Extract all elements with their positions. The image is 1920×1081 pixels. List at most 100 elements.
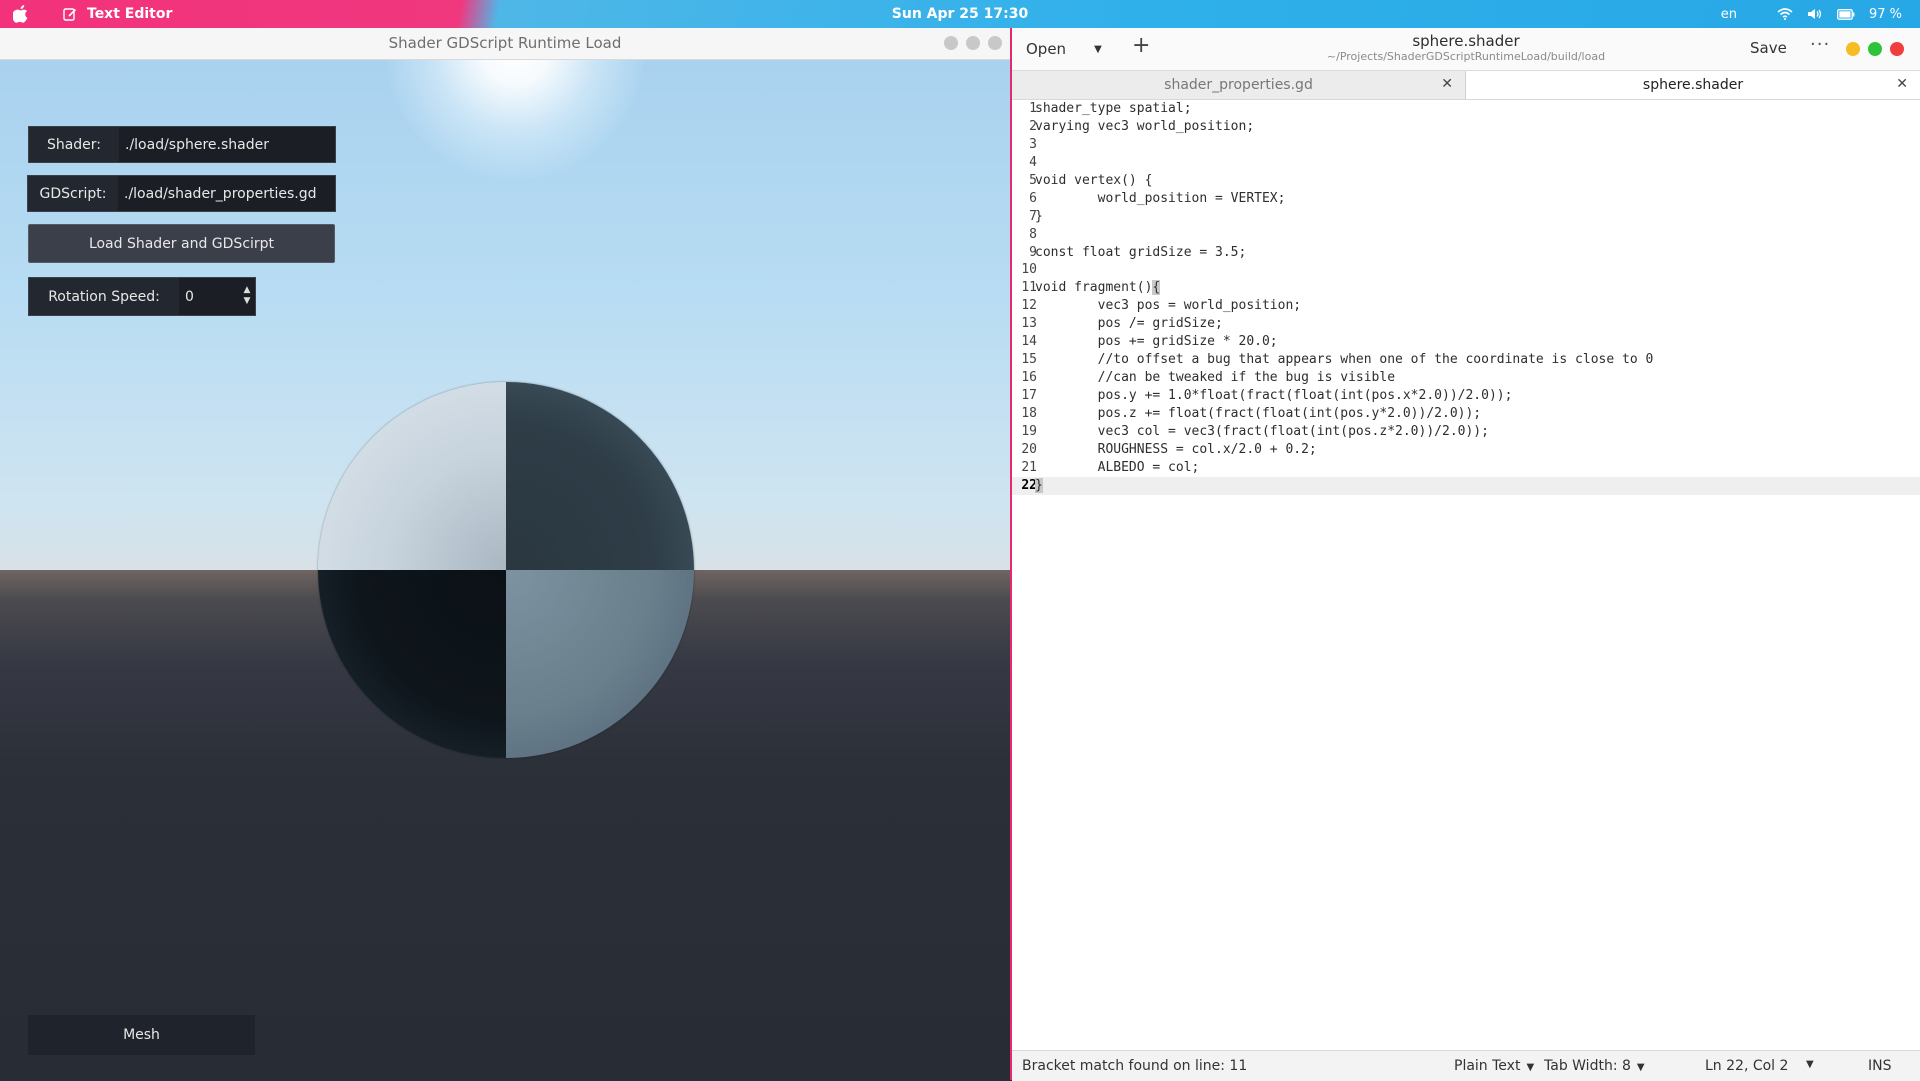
rotation-speed-row: Rotation Speed: 0 ▲ ▼ xyxy=(28,277,256,316)
more-options-icon[interactable]: ··· xyxy=(1810,34,1830,55)
chevron-down-icon: ▼ xyxy=(1526,1062,1535,1073)
code-text[interactable]: //to offset a bug that appears when one … xyxy=(1035,351,1654,369)
spin-up-icon[interactable]: ▲ xyxy=(244,285,251,296)
code-text[interactable]: shader_type spatial; xyxy=(1035,100,1192,118)
shader-label: Shader: xyxy=(29,127,119,162)
load-shader-button[interactable]: Load Shader and GDScirpt xyxy=(28,224,335,263)
apple-logo-icon[interactable] xyxy=(13,5,29,23)
editor-tab-bar: shader_properties.gd ✕ sphere.shader ✕ xyxy=(1012,71,1920,100)
save-button[interactable]: Save xyxy=(1750,39,1787,57)
code-line[interactable]: 19 vec3 col = vec3(fract(float(int(pos.z… xyxy=(1012,423,1920,441)
tab-label: sphere.shader xyxy=(1642,77,1744,93)
close-button[interactable] xyxy=(1890,42,1904,56)
code-line[interactable]: 4 xyxy=(1012,154,1920,172)
code-line[interactable]: 1 shader_type spatial; xyxy=(1012,100,1920,118)
code-text[interactable]: pos /= gridSize; xyxy=(1035,315,1223,333)
code-text[interactable]: vec3 col = vec3(fract(float(int(pos.z*2.… xyxy=(1035,423,1489,441)
gdscript-path-input[interactable]: ./load/shader_properties.gd xyxy=(118,176,335,211)
rotation-speed-spinbox[interactable]: 0 ▲ ▼ xyxy=(179,278,255,315)
code-text[interactable]: } xyxy=(1035,208,1043,226)
tab-shader-properties[interactable]: shader_properties.gd ✕ xyxy=(1012,71,1466,99)
bracket-match-highlight: { xyxy=(1152,280,1161,296)
close-tab-icon[interactable]: ✕ xyxy=(1896,76,1908,92)
open-label: Open xyxy=(1026,40,1067,58)
spin-down-icon[interactable]: ▼ xyxy=(244,296,251,307)
active-app-menu[interactable]: Text Editor xyxy=(63,0,172,28)
volume-icon[interactable] xyxy=(1807,8,1823,20)
code-line[interactable]: 6 world_position = VERTEX; xyxy=(1012,190,1920,208)
3d-viewport[interactable]: Shader: ./load/sphere.shader GDScript: .… xyxy=(0,60,1010,1080)
code-text[interactable]: void fragment(){ xyxy=(1035,279,1161,297)
code-line[interactable]: 2 varying vec3 world_position; xyxy=(1012,118,1920,136)
tab-width-selector[interactable]: Tab Width: 8 ▼ xyxy=(1544,1058,1645,1074)
minimize-button[interactable] xyxy=(1846,42,1860,56)
checker-sphere xyxy=(318,382,694,758)
mesh-button[interactable]: Mesh xyxy=(28,1015,255,1055)
maximize-button[interactable] xyxy=(1868,42,1882,56)
clock[interactable]: Sun Apr 25 17:30 xyxy=(892,6,1028,22)
code-text[interactable]: varying vec3 world_position; xyxy=(1035,118,1254,136)
wifi-icon[interactable] xyxy=(1777,8,1793,20)
code-text[interactable]: } xyxy=(1035,477,1043,495)
close-button[interactable] xyxy=(988,36,1002,50)
line-number: 4 xyxy=(1029,154,1037,170)
code-line[interactable]: 21 ALBEDO = col; xyxy=(1012,459,1920,477)
gdscript-path-row: GDScript: ./load/shader_properties.gd xyxy=(27,175,336,212)
code-text[interactable]: pos += gridSize * 20.0; xyxy=(1035,333,1278,351)
code-line[interactable]: 22} xyxy=(1012,476,1920,495)
minimize-button[interactable] xyxy=(944,36,958,50)
window-controls xyxy=(1846,42,1904,56)
status-message: Bracket match found on line: 11 xyxy=(1022,1058,1248,1074)
text-cursor: } xyxy=(1035,477,1043,493)
sphere-quadrant-top-left xyxy=(318,382,506,570)
language-selector[interactable]: Plain Text ▼ xyxy=(1454,1058,1534,1074)
close-tab-icon[interactable]: ✕ xyxy=(1441,76,1453,92)
chevron-down-icon[interactable]: ▼ xyxy=(1806,1059,1814,1070)
chevron-down-icon[interactable]: ▼ xyxy=(1094,44,1102,55)
code-line[interactable]: 8 xyxy=(1012,226,1920,244)
code-text[interactable]: world_position = VERTEX; xyxy=(1035,190,1286,208)
code-line[interactable]: 16 //can be tweaked if the bug is visibl… xyxy=(1012,369,1920,387)
code-text[interactable]: pos.z += float(fract(float(int(pos.y*2.0… xyxy=(1035,405,1482,423)
line-number: 8 xyxy=(1029,226,1037,242)
code-line[interactable]: 13 pos /= gridSize; xyxy=(1012,315,1920,333)
code-text[interactable]: //can be tweaked if the bug is visible xyxy=(1035,369,1395,387)
code-line[interactable]: 18 pos.z += float(fract(float(int(pos.y*… xyxy=(1012,405,1920,423)
maximize-button[interactable] xyxy=(966,36,980,50)
shader-path-input[interactable]: ./load/sphere.shader xyxy=(119,127,335,162)
code-text[interactable]: vec3 pos = world_position; xyxy=(1035,297,1302,315)
insert-mode-indicator[interactable]: INS xyxy=(1868,1058,1892,1074)
new-tab-plus-icon[interactable]: + xyxy=(1132,33,1150,58)
code-line[interactable]: 17 pos.y += 1.0*float(fract(float(int(po… xyxy=(1012,387,1920,405)
battery-icon[interactable] xyxy=(1837,8,1855,20)
code-line[interactable]: 14 pos += gridSize * 20.0; xyxy=(1012,333,1920,351)
rotation-speed-label: Rotation Speed: xyxy=(29,278,179,315)
keyboard-language[interactable]: en xyxy=(1721,7,1737,22)
code-line[interactable]: 9 const float gridSize = 3.5; xyxy=(1012,244,1920,262)
code-text[interactable]: pos.y += 1.0*float(fract(float(int(pos.x… xyxy=(1035,387,1513,405)
code-line[interactable]: 20 ROUGHNESS = col.x/2.0 + 0.2; xyxy=(1012,441,1920,459)
shader-path-row: Shader: ./load/sphere.shader xyxy=(28,126,336,163)
sphere-quadrant-bottom-right xyxy=(506,570,694,758)
edit-icon xyxy=(63,8,77,21)
app-window: Shader GDScript Runtime Load Shader: ./l… xyxy=(0,28,1010,1080)
code-line[interactable]: 5 void vertex() { xyxy=(1012,172,1920,190)
code-text[interactable]: const float gridSize = 3.5; xyxy=(1035,244,1246,262)
code-text[interactable]: void vertex() { xyxy=(1035,172,1152,190)
tab-sphere-shader[interactable]: sphere.shader ✕ xyxy=(1466,71,1920,99)
code-line[interactable]: 11 void fragment(){ xyxy=(1012,279,1920,297)
gdscript-label: GDScript: xyxy=(28,176,118,211)
rotation-speed-value[interactable]: 0 xyxy=(185,289,194,305)
editor-headerbar[interactable]: Open ▼ + sphere.shader ~/Projects/Shader… xyxy=(1012,28,1920,71)
code-line[interactable]: 7} xyxy=(1012,208,1920,226)
open-button[interactable]: Open ▼ xyxy=(1026,38,1102,60)
code-line[interactable]: 12 vec3 pos = world_position; xyxy=(1012,297,1920,315)
code-text[interactable]: ALBEDO = col; xyxy=(1035,459,1200,477)
code-text[interactable]: ROUGHNESS = col.x/2.0 + 0.2; xyxy=(1035,441,1317,459)
code-line[interactable]: 15 //to offset a bug that appears when o… xyxy=(1012,351,1920,369)
app-titlebar[interactable]: Shader GDScript Runtime Load xyxy=(0,28,1010,60)
code-line[interactable]: 3 xyxy=(1012,136,1920,154)
cursor-position[interactable]: Ln 22, Col 2 xyxy=(1705,1058,1788,1074)
code-editor[interactable]: 1 shader_type spatial; 2 varying vec3 world… xyxy=(1012,100,1920,1050)
code-line[interactable]: 10 xyxy=(1012,261,1920,279)
